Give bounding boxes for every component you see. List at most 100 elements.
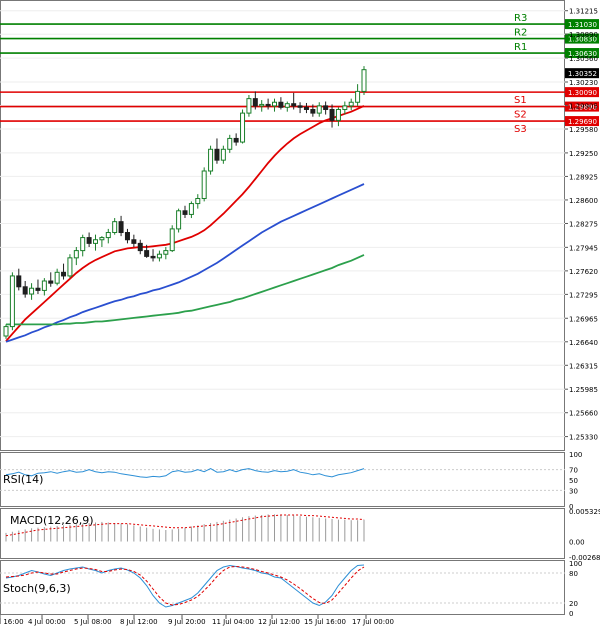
candle-body (156, 253, 162, 259)
stoch-tick-label: 80 (569, 570, 578, 578)
stoch-tick-label: 0 (569, 610, 573, 618)
candle-body (9, 275, 15, 328)
candle-body (86, 237, 92, 244)
candle-body (259, 103, 265, 107)
price-tick-label: 1.26965 (569, 315, 598, 323)
candle-body (22, 286, 28, 295)
level-price-label: 1.29690 (568, 118, 597, 126)
candle-body (361, 69, 367, 92)
price-tick-label: 1.28275 (569, 220, 598, 228)
price-tick-label: 1.31215 (569, 8, 598, 16)
price-tick-label: 1.25985 (569, 386, 598, 394)
price-tick-label: 1.29250 (569, 150, 598, 158)
candle-body (124, 232, 130, 241)
price-tick-label: 1.27295 (569, 291, 598, 299)
candle-body (182, 210, 188, 215)
candle-body (342, 105, 348, 110)
candle-body (118, 221, 124, 234)
time-tick-label: 3 Jul 16:00 (0, 618, 24, 626)
price-tick-label: 1.29905 (569, 103, 598, 111)
candle-body (16, 275, 22, 288)
time-tick-label: 12 Jul 12:00 (258, 618, 300, 626)
candle-body (93, 239, 98, 244)
stoch-tick-label: 20 (569, 600, 578, 608)
price-tick-label: 1.29580 (569, 126, 598, 134)
candle-body (163, 250, 169, 255)
rsi-tick-label: 30 (569, 487, 578, 495)
candle-body (335, 108, 341, 121)
price-tick-label: 1.25660 (569, 410, 598, 418)
candle-body (310, 108, 316, 114)
last-price-label: 1.30352 (568, 70, 597, 78)
price-tick-label: 1.28600 (569, 197, 598, 205)
candle-body (303, 106, 309, 110)
candle-body (99, 237, 105, 241)
candle-body (105, 232, 111, 239)
candle-body (80, 237, 86, 252)
time-tick-label: 15 Jul 16:00 (304, 618, 346, 626)
candle-body (29, 287, 35, 295)
candle-body (278, 101, 284, 108)
candle-body (195, 198, 201, 205)
candle-body (220, 148, 226, 161)
time-tick-label: 4 Jul 00:00 (28, 618, 66, 626)
candle-body (61, 271, 67, 277)
level-name: S2 (514, 110, 527, 121)
candle-body (73, 250, 79, 259)
candle-body (41, 280, 47, 291)
level-name: R1 (514, 42, 527, 53)
candle-body (35, 287, 41, 291)
price-tick-label: 1.27620 (569, 268, 598, 276)
candle-body (329, 108, 335, 121)
candle-body (323, 105, 329, 110)
candle-body (246, 98, 252, 114)
candle-body (316, 105, 322, 114)
price-tick-label: 1.28925 (569, 173, 598, 181)
rsi-tick-label: 100 (569, 451, 582, 459)
candle-body (67, 257, 73, 277)
level-name: S1 (514, 95, 527, 106)
candle-body (227, 137, 233, 150)
candle-body (137, 242, 143, 252)
price-tick-label: 1.30230 (569, 79, 598, 87)
candle-body (355, 90, 361, 103)
level-name: R2 (514, 28, 527, 39)
candle-body (284, 103, 290, 108)
candle-body (240, 112, 246, 143)
candle-body (3, 326, 9, 337)
candle-body (176, 210, 182, 230)
stoch-tick-label: 100 (569, 560, 582, 568)
price-tick-label: 1.26640 (569, 339, 598, 347)
candle-body (214, 148, 220, 161)
candle-body (188, 203, 194, 215)
candle-body (144, 250, 150, 257)
candle-body (291, 103, 297, 107)
candle-body (208, 148, 214, 172)
candle-body (150, 255, 156, 259)
macd-tick-label: 0.00 (569, 539, 585, 547)
chart-canvas: R31.31030R21.30830R11.30630S11.30090S21.… (0, 0, 600, 629)
stoch-title: Stoch(9,6,3) (3, 582, 71, 595)
candle-body (112, 221, 118, 234)
candle-body (252, 98, 258, 107)
candle-body (201, 170, 207, 199)
rsi-tick-label: 70 (569, 467, 578, 475)
price-tick-label: 1.26315 (569, 362, 598, 370)
candle-body (348, 101, 354, 107)
level-price-label: 1.30090 (568, 89, 597, 97)
candle-body (265, 103, 271, 107)
price-tick-label: 1.25330 (569, 434, 598, 442)
time-tick-label: 5 Jul 08:00 (74, 618, 112, 626)
price-tick-label: 1.27945 (569, 244, 598, 252)
candle-body (54, 271, 60, 284)
candle-body (169, 228, 175, 252)
candle-body (233, 137, 239, 143)
time-tick-label: 9 Jul 20:00 (168, 618, 206, 626)
candle-body (272, 101, 277, 107)
price-tick-label: 1.30890 (569, 31, 598, 39)
candle-body (297, 105, 303, 108)
candle-body (48, 280, 54, 284)
time-tick-label: 8 Jul 12:00 (120, 618, 158, 626)
level-name: S3 (514, 124, 527, 135)
macd-title: MACD(12,26,9) (10, 514, 94, 527)
